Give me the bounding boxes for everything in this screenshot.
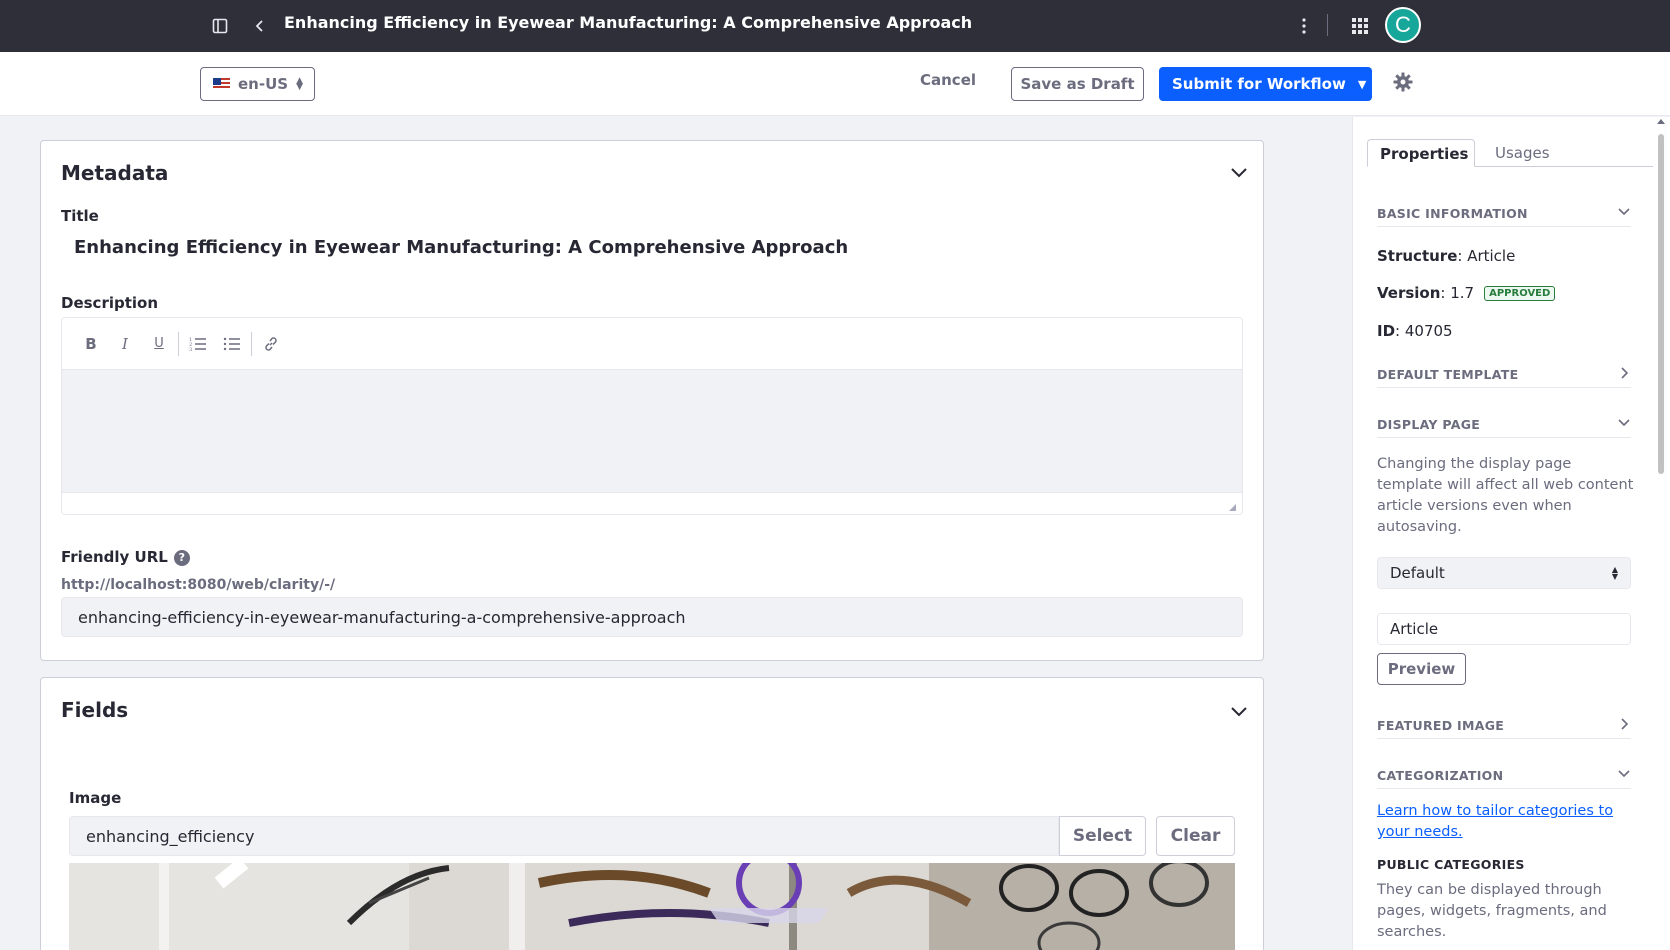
top-app-bar: Enhancing Efficiency in Eyewear Manufact… [0,0,1670,52]
gear-icon[interactable] [1393,72,1415,94]
friendly-url-input[interactable]: enhancing-efficiency-in-eyewear-manufact… [61,597,1243,637]
chevron-down-icon[interactable] [1617,767,1631,781]
clear-button[interactable]: Clear [1156,816,1235,856]
chevron-down-icon[interactable] [1229,702,1249,722]
structure-row: Structure: Article [1377,247,1516,265]
updown-icon: ▲ ▼ [1611,565,1618,581]
display-page-note: Changing the display page template will … [1377,456,1634,535]
page-title: Enhancing Efficiency in Eyewear Manufact… [284,13,973,32]
section-divider [1377,437,1631,438]
categories-help-link[interactable]: Learn how to tailor categories to your n… [1377,801,1637,843]
user-avatar[interactable]: C [1385,7,1421,43]
display-page-input[interactable]: Article [1377,613,1631,645]
description-editor: B I U 123 [61,317,1243,515]
title-field[interactable]: Enhancing Efficiency in Eyewear Manufact… [74,237,848,258]
friendly-url-label-text: Friendly URL [61,548,168,566]
description-textarea[interactable] [62,370,1242,492]
section-divider [1377,738,1631,739]
tab-usages[interactable]: Usages [1483,139,1562,167]
featured-image-label: FEATURED IMAGE [1377,718,1505,733]
version-label: Version [1377,284,1441,302]
id-row: ID: 40705 [1377,322,1453,340]
sidebar-tabs: Properties Usages [1367,139,1653,167]
properties-sidebar: Properties Usages BASIC INFORMATION Stru… [1352,117,1670,950]
version-row: Version: 1.7 APPROVED [1377,284,1556,302]
description-label: Description [61,294,159,312]
kebab-icon[interactable] [1292,14,1316,38]
updown-icon: ▲ ▼ [296,76,303,92]
numbered-list-icon[interactable]: 123 [181,327,215,361]
save-draft-button[interactable]: Save as Draft [1011,67,1144,101]
image-label: Image [69,789,122,807]
bold-icon[interactable]: B [74,327,108,361]
default-template-header[interactable]: DEFAULT TEMPLATE [1377,367,1631,382]
help-icon[interactable]: ? [173,550,190,566]
metadata-heading: Metadata [61,161,169,185]
public-categories-heading: PUBLIC CATEGORIES [1377,857,1525,872]
italic-icon[interactable]: I [108,327,142,361]
fields-heading: Fields [61,698,129,722]
sidebar-scrollbar[interactable] [1656,119,1666,950]
bulleted-list-icon[interactable] [215,327,249,361]
us-flag-icon [213,78,230,90]
categorization-header[interactable]: CATEGORIZATION [1377,768,1631,783]
scrollbar-thumb[interactable] [1658,134,1664,474]
select-button[interactable]: Select [1059,816,1146,856]
locale-label: en-US [238,75,289,93]
toolbar-divider [178,331,179,356]
friendly-url-label: Friendly URL? [61,548,190,566]
basic-information-header[interactable]: BASIC INFORMATION [1377,206,1631,221]
default-template-label: DEFAULT TEMPLATE [1377,367,1519,382]
image-preview [69,863,1235,950]
editor-toolbar: B I U 123 [62,318,1242,370]
apps-grid-icon[interactable] [1348,14,1372,38]
title-label: Title [61,207,99,225]
display-page-label: DISPLAY PAGE [1377,417,1481,432]
structure-label: Structure [1377,247,1458,265]
display-page-select[interactable]: Default ▲ ▼ [1377,557,1631,589]
cancel-button[interactable]: Cancel [920,71,976,89]
chevron-right-icon[interactable] [1617,366,1631,380]
caret-down-icon[interactable]: ▼ [1358,78,1366,91]
section-divider [1377,387,1631,388]
edit-toolbar: en-US ▲ ▼ Cancel Save as Draft Submit for… [0,52,1670,116]
chevron-down-icon[interactable] [1229,163,1249,183]
toolbar-divider [251,331,252,356]
featured-image-header[interactable]: FEATURED IMAGE [1377,718,1631,733]
chevron-down-icon[interactable] [1617,205,1631,219]
categorization-label: CATEGORIZATION [1377,768,1504,783]
image-input[interactable]: enhancing_efficiency [69,816,1059,856]
section-divider [1377,226,1631,227]
chevron-down-icon[interactable] [1617,416,1631,430]
metadata-panel: Metadata Title Enhancing Efficiency in E… [40,140,1264,661]
sidebar-toggle-icon[interactable] [208,14,232,38]
link-icon[interactable] [254,327,288,361]
section-divider [1377,788,1631,789]
display-page-header[interactable]: DISPLAY PAGE [1377,417,1631,432]
submit-workflow-label: Submit for Workflow [1172,75,1346,93]
version-value: 1.7 [1450,284,1475,302]
underline-icon[interactable]: U [142,327,176,361]
scroll-up-icon[interactable] [1657,119,1665,124]
id-label: ID [1377,322,1396,340]
submit-workflow-button[interactable]: Submit for Workflow ▼ [1159,67,1372,101]
preview-button[interactable]: Preview [1377,653,1466,685]
structure-value: Article [1467,247,1516,265]
friendly-url-prefix: http://localhost:8080/web/clarity/-/ [61,577,336,593]
id-value: 40705 [1404,322,1453,340]
display-page-select-value: Default [1390,564,1445,582]
public-categories-note: They can be displayed through pages, wid… [1377,882,1607,940]
svg-text:3: 3 [189,347,192,352]
status-badge: APPROVED [1484,286,1556,301]
editor-resize-handle[interactable] [62,492,1242,514]
chevron-right-icon[interactable] [1617,717,1631,731]
locale-selector[interactable]: en-US ▲ ▼ [200,67,315,101]
tab-properties[interactable]: Properties [1367,139,1475,167]
topbar-divider [1327,14,1328,36]
basic-information-label: BASIC INFORMATION [1377,206,1528,221]
fields-panel: Fields Image enhancing_efficiency Select… [40,677,1264,950]
back-icon[interactable] [248,14,272,38]
